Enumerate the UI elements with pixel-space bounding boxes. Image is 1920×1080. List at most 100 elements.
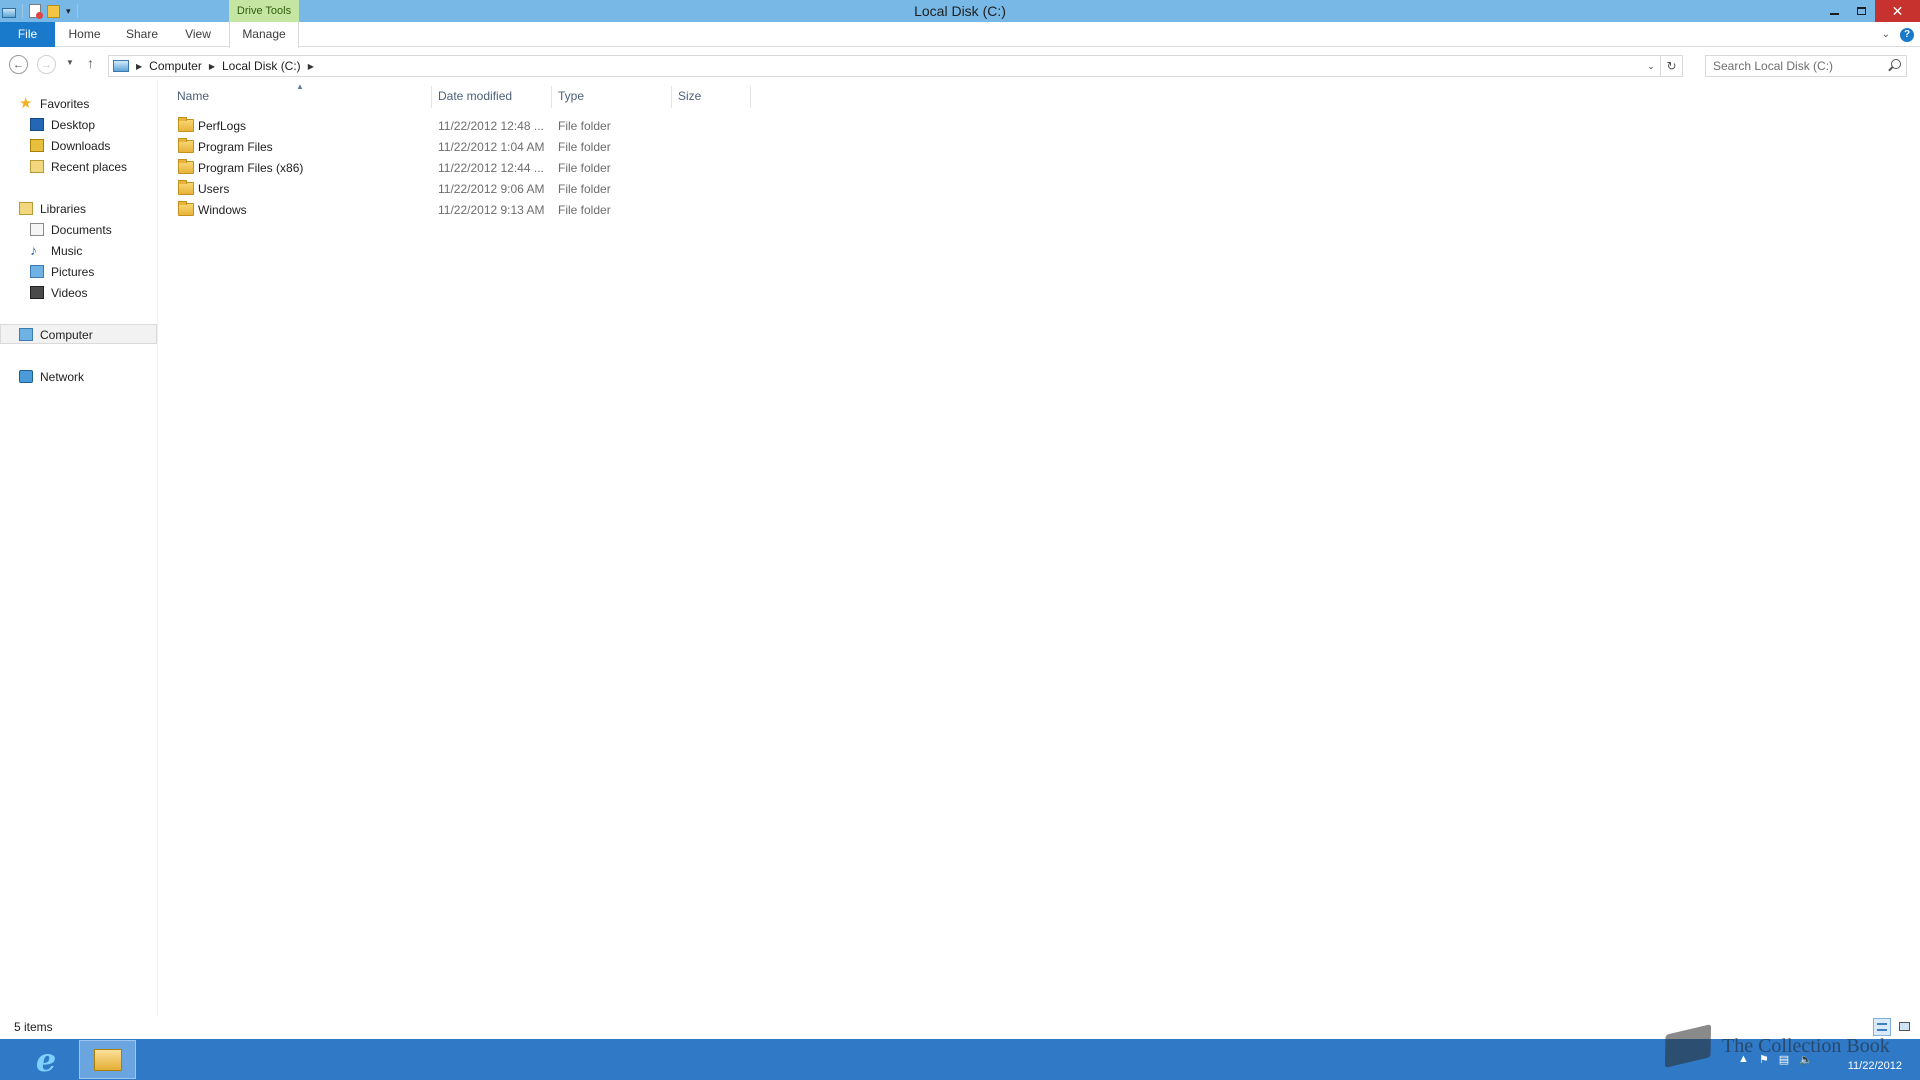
up-one-level-button[interactable]: ↑ xyxy=(87,55,94,71)
videos-icon xyxy=(30,286,44,299)
nav-item-label: Pictures xyxy=(51,264,95,279)
large-icons-view-button[interactable] xyxy=(1896,1018,1914,1036)
chevron-right-icon[interactable]: ▶ xyxy=(136,62,142,71)
column-divider[interactable] xyxy=(750,86,751,108)
libraries-icon xyxy=(19,202,33,215)
file-date-modified: 11/22/2012 12:44 ... xyxy=(438,160,544,175)
nav-item-label: Desktop xyxy=(51,117,96,132)
computer-icon xyxy=(19,328,33,341)
search-icon[interactable] xyxy=(1891,59,1901,69)
address-bar[interactable]: ▶ Computer ▶ Local Disk (C:) ▶ ⌄ ↻ xyxy=(108,55,1683,77)
forward-button[interactable]: → xyxy=(37,55,56,74)
folder-icon xyxy=(178,180,194,195)
folder-icon xyxy=(178,201,194,216)
address-history-dropdown-icon[interactable]: ⌄ xyxy=(1642,61,1660,72)
file-name: PerfLogs xyxy=(198,118,247,133)
chevron-right-icon[interactable]: ▶ xyxy=(308,62,314,71)
recent-places-icon xyxy=(30,160,44,173)
nav-item-downloads[interactable]: Downloads xyxy=(30,137,110,154)
file-date-modified: 11/22/2012 9:13 AM xyxy=(438,202,545,217)
folder-icon xyxy=(178,159,194,174)
computer-location-icon xyxy=(113,60,129,72)
file-row[interactable]: Windows 11/22/2012 9:13 AM File folder xyxy=(171,199,771,220)
item-count: 5 items xyxy=(14,1020,53,1034)
back-button[interactable]: ← xyxy=(9,55,28,74)
nav-favorites-label: Favorites xyxy=(40,96,90,111)
file-row[interactable]: Users 11/22/2012 9:06 AM File folder xyxy=(171,178,771,199)
nav-item-recent-places[interactable]: Recent places xyxy=(30,158,127,175)
quick-access-toolbar: ▾ xyxy=(0,0,78,22)
nav-favorites[interactable]: ★ Favorites xyxy=(19,95,89,112)
file-name: Users xyxy=(198,181,230,196)
file-name: Program Files xyxy=(198,139,273,154)
taskbar-file-explorer[interactable] xyxy=(79,1040,136,1079)
close-button[interactable]: ✕ xyxy=(1875,0,1920,22)
nav-item-label: Documents xyxy=(51,222,112,237)
minimize-button[interactable] xyxy=(1821,0,1848,22)
window-controls: ✕ xyxy=(1821,0,1920,22)
ribbon-right-controls: ⌄ ? xyxy=(1882,22,1914,47)
column-header-type[interactable]: Type xyxy=(552,86,672,106)
file-type: File folder xyxy=(558,181,611,196)
search-input[interactable] xyxy=(1706,56,1886,76)
file-list-header: ▲ Name Date modified Type Size xyxy=(171,82,751,108)
recent-locations-dropdown-icon[interactable]: ▼ xyxy=(66,58,74,67)
documents-icon xyxy=(30,223,44,236)
downloads-icon xyxy=(30,139,44,152)
file-row[interactable]: Program Files (x86) 11/22/2012 12:44 ...… xyxy=(171,157,771,178)
taskbar: e xyxy=(0,1039,1920,1080)
column-header-name[interactable]: Name xyxy=(171,86,431,106)
explorer-app-icon[interactable] xyxy=(2,8,16,18)
forward-arrow-icon: → xyxy=(41,58,52,71)
tab-manage[interactable]: Manage xyxy=(229,22,299,48)
status-bar: 5 items xyxy=(0,1015,1920,1039)
nav-item-music[interactable]: ♪ Music xyxy=(30,242,82,259)
network-icon xyxy=(19,370,33,383)
close-icon: ✕ xyxy=(1891,2,1904,19)
internet-explorer-icon: e xyxy=(35,1041,57,1079)
breadcrumb-computer[interactable]: Computer xyxy=(149,59,202,73)
tab-view[interactable]: View xyxy=(173,22,223,47)
properties-icon[interactable] xyxy=(29,4,43,19)
file-date-modified: 11/22/2012 9:06 AM xyxy=(438,181,545,196)
tab-share[interactable]: Share xyxy=(116,22,168,47)
network-status-icon[interactable]: ▤ xyxy=(1779,1053,1789,1066)
nav-computer[interactable]: Computer xyxy=(19,326,93,343)
volume-icon[interactable]: 🔈 xyxy=(1799,1053,1813,1066)
action-center-flag-icon[interactable]: ⚑ xyxy=(1759,1053,1769,1066)
file-date-modified: 11/22/2012 1:04 AM xyxy=(438,139,545,154)
file-date-modified: 11/22/2012 12:48 ... xyxy=(438,118,544,133)
nav-item-pictures[interactable]: Pictures xyxy=(30,263,94,280)
breadcrumb-local-disk[interactable]: Local Disk (C:) xyxy=(222,59,301,73)
customize-qat-dropdown-icon[interactable]: ▾ xyxy=(66,6,71,17)
show-hidden-icons-chevron-icon[interactable]: ▲ xyxy=(1738,1053,1749,1066)
nav-item-desktop[interactable]: Desktop xyxy=(30,116,95,133)
expand-ribbon-chevron-icon[interactable]: ⌄ xyxy=(1882,29,1890,40)
nav-libraries[interactable]: Libraries xyxy=(19,200,86,217)
taskbar-internet-explorer[interactable]: e xyxy=(22,1043,70,1077)
chevron-right-icon[interactable]: ▶ xyxy=(209,62,215,71)
clock[interactable]: 11/22/2012 xyxy=(1838,1045,1902,1073)
star-icon: ★ xyxy=(19,95,33,112)
nav-network[interactable]: Network xyxy=(19,368,84,385)
tab-file[interactable]: File xyxy=(0,22,55,47)
restore-button[interactable] xyxy=(1848,0,1875,22)
nav-item-documents[interactable]: Documents xyxy=(30,221,112,238)
tab-home[interactable]: Home xyxy=(57,22,112,47)
file-type: File folder xyxy=(558,202,611,217)
file-row[interactable]: Program Files 11/22/2012 1:04 AM File fo… xyxy=(171,136,771,157)
pictures-icon xyxy=(30,265,44,278)
nav-item-videos[interactable]: Videos xyxy=(30,284,87,301)
column-header-date-modified[interactable]: Date modified xyxy=(432,86,552,106)
address-bar-controls: ⌄ ↻ xyxy=(1642,56,1682,76)
help-icon[interactable]: ? xyxy=(1900,27,1914,42)
search-box[interactable] xyxy=(1705,55,1907,77)
minimize-icon xyxy=(1830,13,1839,15)
new-folder-icon[interactable] xyxy=(47,4,60,18)
refresh-button[interactable]: ↻ xyxy=(1660,56,1682,76)
navigation-pane: ★ Favorites Desktop Downloads Recent pla… xyxy=(0,81,158,1015)
file-row[interactable]: PerfLogs 11/22/2012 12:48 ... File folde… xyxy=(171,115,771,136)
navigation-bar: ← → ▼ ↑ ▶ Computer ▶ Local Disk (C:) ▶ ⌄… xyxy=(0,48,1920,81)
details-view-button[interactable] xyxy=(1873,1018,1891,1036)
column-header-size[interactable]: Size xyxy=(672,86,750,106)
